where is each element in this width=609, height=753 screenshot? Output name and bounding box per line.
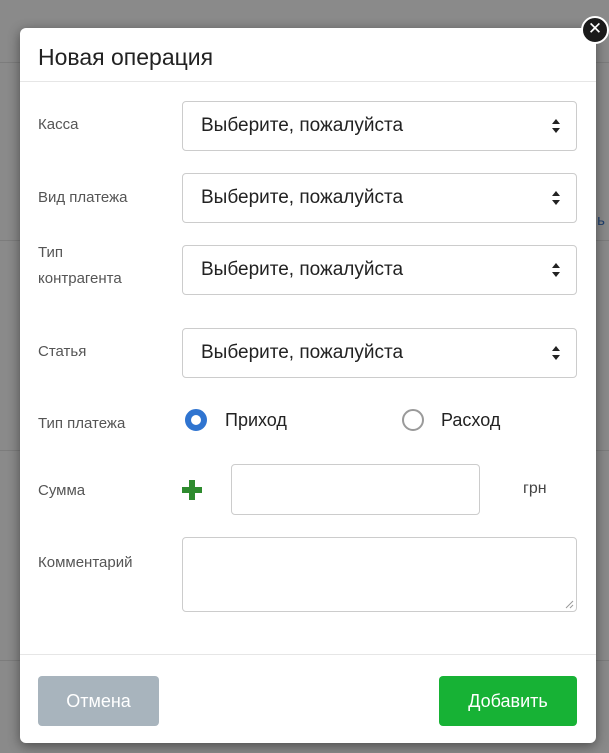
close-icon[interactable]: ✕	[581, 16, 609, 44]
select-arrows-icon	[552, 346, 560, 360]
background-text-fragment: ь	[597, 212, 605, 229]
select-arrows-icon	[552, 191, 560, 205]
dialog-footer-divider	[20, 654, 596, 655]
amount-input[interactable]	[231, 464, 480, 515]
payment-kind-label: Вид платежа	[38, 189, 128, 206]
dialog-header: Новая операция	[20, 28, 596, 82]
cash-select-value: Выберите, пожалуйста	[201, 115, 404, 136]
cash-label: Касса	[38, 116, 79, 133]
payment-type-label: Тип платежа	[38, 415, 126, 432]
amount-label: Сумма	[38, 482, 86, 499]
counterparty-type-label: Тип контрагента	[38, 244, 168, 288]
comment-textarea[interactable]	[182, 537, 577, 612]
select-arrows-icon	[552, 119, 560, 133]
article-select-value: Выберите, пожалуйста	[201, 342, 404, 363]
income-radio[interactable]	[185, 409, 207, 431]
dialog-title: Новая операция	[38, 44, 214, 70]
payment-kind-select-value: Выберите, пожалуйста	[201, 187, 404, 208]
counterparty-type-select-value: Выберите, пожалуйста	[201, 259, 404, 280]
expense-radio-label[interactable]: Расход	[441, 410, 500, 431]
expense-radio[interactable]	[402, 409, 424, 431]
resize-grip-icon[interactable]	[565, 600, 574, 609]
payment-kind-select[interactable]: Выберите, пожалуйста	[182, 173, 577, 223]
new-operation-dialog: Новая операция Касса Выберите, пожалуйст…	[20, 28, 596, 743]
cash-select[interactable]: Выберите, пожалуйста	[182, 101, 577, 151]
income-radio-label[interactable]: Приход	[225, 410, 287, 431]
plus-icon[interactable]	[182, 480, 202, 500]
select-arrows-icon	[552, 263, 560, 277]
currency-label: грн	[523, 480, 547, 497]
article-label: Статья	[38, 343, 87, 360]
counterparty-type-label-line1: Тип	[38, 244, 64, 261]
counterparty-type-select[interactable]: Выберите, пожалуйста	[182, 245, 577, 295]
comment-label: Комментарий	[38, 554, 133, 571]
cancel-button[interactable]: Отмена	[38, 676, 159, 726]
add-button[interactable]: Добавить	[439, 676, 577, 726]
article-select[interactable]: Выберите, пожалуйста	[182, 328, 577, 378]
counterparty-type-label-line2: контрагента	[38, 270, 122, 287]
